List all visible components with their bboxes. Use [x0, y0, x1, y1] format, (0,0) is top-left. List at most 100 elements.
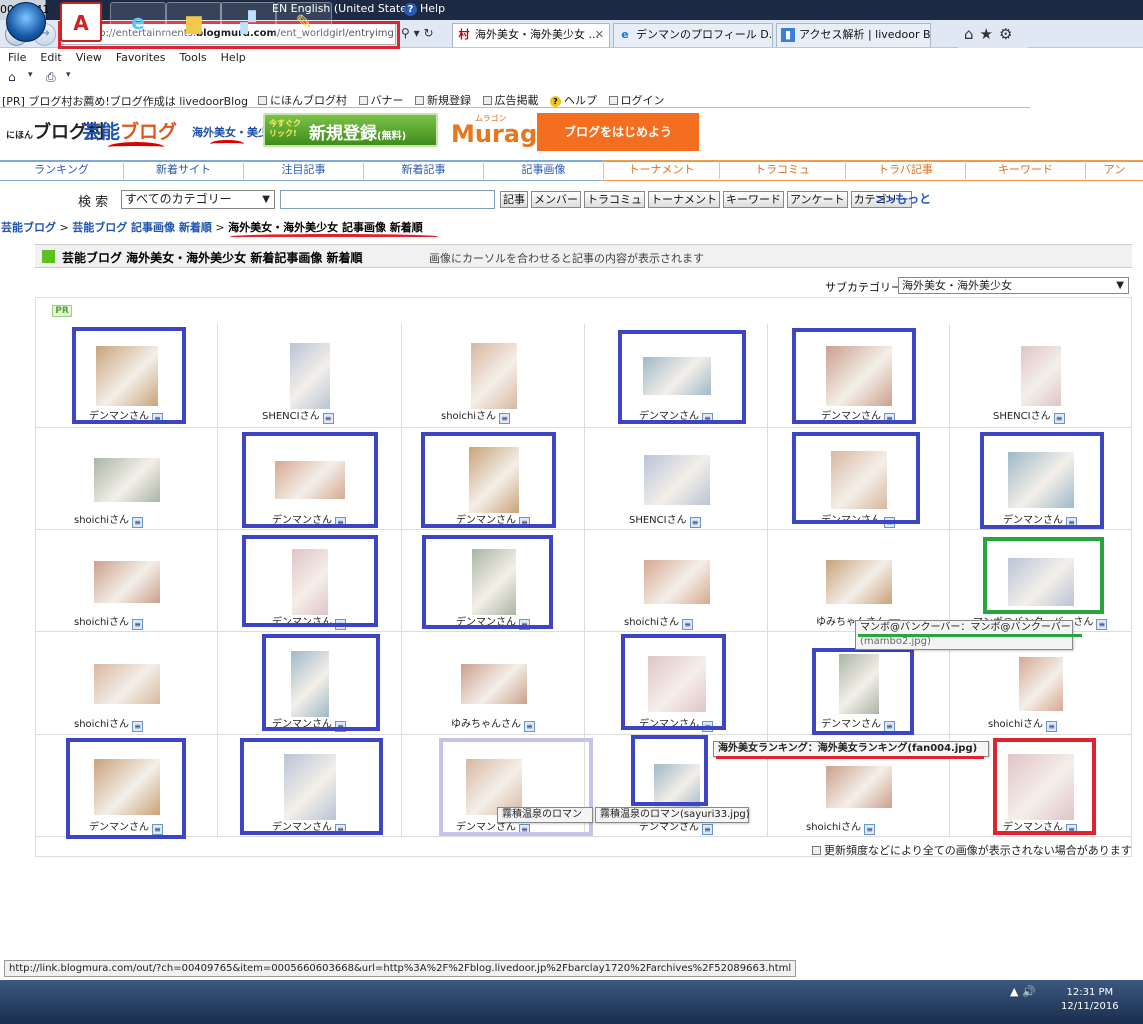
menu-file[interactable]: File — [8, 51, 26, 64]
search-survey-button[interactable]: アンケート — [787, 191, 848, 208]
article-thumbnail[interactable] — [826, 766, 892, 808]
article-icon[interactable]: ≡ — [132, 517, 144, 528]
article-thumbnail[interactable] — [1019, 657, 1063, 711]
author-caption[interactable]: SHENCIさん ≡ — [993, 407, 1065, 424]
author-caption[interactable]: shoichiさん ≡ — [74, 511, 144, 528]
start-blog-button[interactable]: ブログをはじめよう — [537, 113, 699, 151]
menu-help[interactable]: Help — [221, 51, 246, 64]
home-icon[interactable]: ⌂ — [8, 70, 16, 84]
geino-blog-logo[interactable]: 芸能ブログ — [82, 117, 177, 144]
search-keyword-button[interactable]: キーワード — [723, 191, 784, 208]
tab-blogmura[interactable]: 村海外美女・海外美少女 ... ✕ — [452, 23, 610, 47]
article-icon[interactable]: ≡ — [682, 619, 694, 630]
author-caption[interactable]: SHENCIさん ≡ — [262, 407, 334, 424]
article-thumbnail[interactable] — [644, 560, 710, 604]
breadcrumb-images[interactable]: 芸能ブログ 記事画像 新着順 — [72, 221, 212, 234]
article-icon[interactable]: ≡ — [864, 824, 876, 835]
nav-trackback[interactable]: トラバ記事 — [846, 161, 966, 179]
link-banner[interactable]: バナー — [358, 94, 404, 107]
taskbar-ie-icon[interactable]: e — [110, 2, 166, 42]
tab-profile[interactable]: e デンマンのプロフィール D... — [613, 23, 773, 47]
menu-tools[interactable]: Tools — [180, 51, 207, 64]
ie-favicon-icon: e — [621, 28, 629, 41]
tray-icons[interactable]: ▲ 🔊 — [1010, 985, 1036, 998]
author-caption[interactable]: SHENCIさん ≡ — [629, 511, 701, 528]
search-icon[interactable]: ⚲ — [401, 26, 410, 40]
author-name: shoichiさん — [441, 411, 497, 422]
nav-featured[interactable]: 注目記事 — [244, 161, 364, 179]
menu-favorites[interactable]: Favorites — [116, 51, 166, 64]
link-login[interactable]: ログイン — [608, 94, 665, 107]
nav-new-articles[interactable]: 新着記事 — [364, 161, 484, 179]
taskbar-acrobat-icon[interactable]: A — [60, 2, 102, 42]
refresh-icon[interactable]: ↻ — [423, 26, 433, 40]
home-dropdown-icon[interactable]: ▾ — [28, 70, 33, 80]
print-icon[interactable]: ⎙ — [46, 70, 56, 85]
article-thumbnail[interactable] — [290, 343, 330, 409]
nav-ranking[interactable]: ランキング — [0, 161, 124, 179]
link-help[interactable]: ? ヘルプ — [550, 94, 597, 107]
article-icon[interactable]: ≡ — [132, 721, 144, 732]
taskbar-paint-icon[interactable]: ✎ — [276, 2, 332, 42]
article-thumbnail[interactable] — [94, 561, 160, 603]
search-input[interactable] — [280, 190, 495, 209]
nav-survey[interactable]: アン — [1086, 161, 1143, 179]
address-tools[interactable]: ⚲ ▾ ↻ — [401, 26, 449, 44]
search-tournament-button[interactable]: トーナメント — [648, 191, 720, 208]
taskbar-explorer-icon[interactable]: ▆ — [166, 2, 222, 42]
print-dropdown-icon[interactable]: ▾ — [66, 70, 71, 80]
subcategory-select[interactable]: 海外美女・海外美少女 ▼ — [898, 277, 1129, 294]
author-caption[interactable]: shoichiさん ≡ — [74, 715, 144, 732]
link-nihon-blogmura[interactable]: にほんブログ村 — [258, 94, 347, 107]
nav-keyword[interactable]: キーワード — [966, 161, 1086, 179]
search-tracomu-button[interactable]: トラコミュ — [584, 191, 645, 208]
author-caption[interactable]: shoichiさん ≡ — [988, 715, 1058, 732]
author-caption[interactable]: shoichiさん ≡ — [806, 818, 876, 835]
more-link[interactable]: >>もっと — [875, 190, 931, 207]
category-select[interactable]: すべてのカテゴリー ▼ — [121, 190, 275, 209]
article-thumbnail[interactable] — [826, 560, 892, 604]
article-icon[interactable]: ≡ — [524, 721, 535, 732]
menu-view[interactable]: View — [76, 51, 102, 64]
search-member-button[interactable]: メンバー — [531, 191, 581, 208]
author-caption[interactable]: shoichiさん ≡ — [441, 407, 511, 424]
dropdown-icon[interactable]: ▾ — [414, 26, 420, 40]
article-icon[interactable]: ≡ — [1096, 619, 1108, 630]
article-thumbnail[interactable] — [461, 664, 527, 704]
article-icon[interactable]: ≡ — [702, 824, 713, 835]
nav-new-sites[interactable]: 新着サイト — [124, 161, 244, 179]
nav-article-images[interactable]: 記事画像 — [484, 161, 604, 179]
home-icon[interactable]: ⌂ — [964, 25, 974, 43]
tab-close-icon[interactable]: ✕ — [595, 24, 604, 46]
article-icon[interactable]: ≡ — [322, 413, 334, 424]
windows-start-button[interactable] — [6, 2, 46, 42]
article-thumbnail[interactable] — [1021, 346, 1061, 406]
article-thumbnail[interactable] — [94, 664, 160, 704]
link-signup[interactable]: 新規登録 — [415, 94, 471, 107]
article-icon[interactable]: ≡ — [1053, 413, 1065, 424]
breadcrumb-geino[interactable]: 芸能ブログ — [1, 221, 56, 234]
link-ads[interactable]: 広告掲載 — [482, 94, 539, 107]
highlight-box — [422, 535, 553, 629]
nav-tracomu[interactable]: トラコミュ — [720, 161, 846, 179]
article-icon[interactable]: ≡ — [132, 619, 144, 630]
author-caption[interactable]: shoichiさん ≡ — [624, 613, 694, 630]
article-icon[interactable]: ≡ — [689, 517, 701, 528]
article-thumbnail[interactable] — [94, 458, 160, 502]
search-article-button[interactable]: 記事 — [500, 191, 528, 208]
menu-edit[interactable]: Edit — [40, 51, 61, 64]
language-help[interactable]: ? Help — [404, 2, 445, 16]
article-thumbnail[interactable] — [471, 343, 517, 409]
nav-tournament[interactable]: トーナメント — [604, 161, 720, 179]
article-thumbnail[interactable] — [644, 455, 710, 505]
signup-banner-button[interactable]: 今すぐクリック! 新規登録(無料) — [263, 113, 438, 147]
author-caption[interactable]: ゆみちゃんさん≡ — [451, 715, 535, 732]
article-icon[interactable]: ≡ — [499, 413, 511, 424]
favorites-star-icon[interactable]: ★ — [980, 25, 993, 43]
tab-access-analytics[interactable]: ▮アクセス解析 | livedoor Blog — [776, 23, 931, 47]
tray-clock[interactable]: 12:31 PM 12/11/2016 — [1061, 986, 1119, 1014]
taskbar-app-icon[interactable]: ▞ — [220, 2, 276, 42]
settings-gear-icon[interactable]: ⚙ — [999, 25, 1012, 43]
article-icon[interactable]: ≡ — [1046, 721, 1058, 732]
author-caption[interactable]: shoichiさん ≡ — [74, 613, 144, 630]
